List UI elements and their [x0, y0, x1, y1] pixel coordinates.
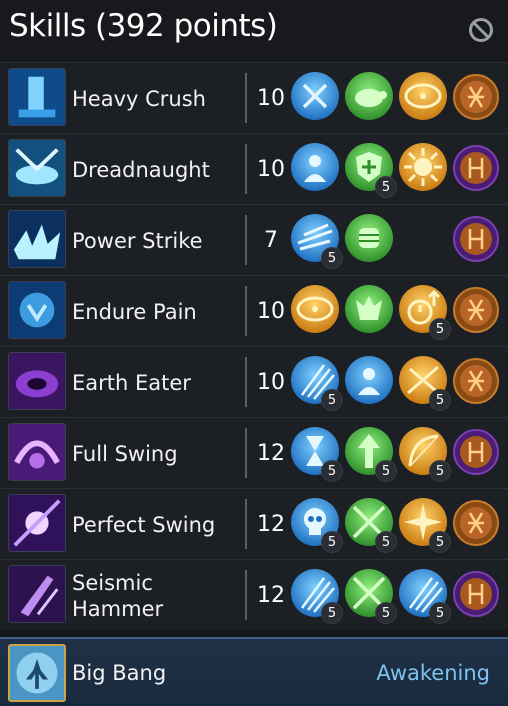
skill-level: 7 [264, 228, 278, 253]
tripod-level-badge: 5 [375, 176, 397, 198]
skill-row[interactable]: Power Strike 7 5 [0, 204, 508, 275]
rune-icon[interactable] [452, 144, 500, 192]
skill-name: Heavy Crush [72, 86, 206, 111]
skill-name: Dreadnaught [72, 157, 210, 182]
divider [245, 215, 247, 265]
skill-level: 12 [257, 512, 285, 537]
skill-name: Perfect Swing [72, 512, 216, 537]
person-aura-icon[interactable] [344, 355, 394, 405]
target-arrows-icon[interactable] [290, 284, 340, 334]
skills-header: Skills (392 points) [0, 0, 508, 62]
crossed-swords-icon[interactable]: 5 [344, 568, 397, 624]
seismic-hammer-skill-icon [8, 565, 66, 623]
perfect-swing-skill-icon [8, 494, 66, 552]
divider [245, 570, 247, 620]
divider [245, 144, 247, 194]
crossed-slash-icon[interactable]: 5 [398, 355, 451, 411]
skill-name: Earth Eater [72, 370, 191, 395]
arrows-cross-icon[interactable] [290, 71, 340, 121]
tripod-level-badge: 5 [375, 460, 397, 482]
rune-icon[interactable] [452, 357, 500, 405]
tripod-level-badge: 5 [429, 460, 451, 482]
tripod-level-badge: 5 [321, 531, 343, 553]
skill-row[interactable]: Full Swing 12 5 5 5 [0, 417, 508, 488]
divider [245, 286, 247, 336]
prohibited-icon[interactable] [468, 17, 494, 43]
sun-burst-icon[interactable] [398, 142, 448, 192]
skill-name: Seismic Hammer [72, 570, 164, 621]
dash-blade-icon[interactable]: 5 [290, 213, 343, 269]
skill-row[interactable]: Earth Eater 10 5 5 [0, 346, 508, 417]
rune-icon[interactable] [452, 215, 500, 263]
tripod-level-badge: 5 [321, 247, 343, 269]
awakening-skill-name: Big Bang [72, 660, 167, 685]
tripod-level-badge: 5 [429, 389, 451, 411]
rune-icon[interactable] [452, 428, 500, 476]
skill-name: Endure Pain [72, 299, 197, 324]
skill-row[interactable]: Seismic Hammer 12 5 5 5 [0, 559, 508, 630]
shield-plus-icon[interactable]: 5 [344, 142, 397, 198]
turtle-icon[interactable] [344, 71, 394, 121]
divider [245, 428, 247, 478]
tripod-level-badge: 5 [429, 318, 451, 340]
skill-level: 10 [257, 86, 285, 111]
skill-level: 12 [257, 583, 285, 608]
divider [245, 73, 247, 123]
big-bang-skill-icon [8, 644, 66, 702]
earth-eater-skill-icon [8, 352, 66, 410]
skill-row[interactable]: Endure Pain 10 5 [0, 275, 508, 346]
rune-icon[interactable] [452, 570, 500, 618]
skills-title: Skills (392 points) [9, 8, 278, 44]
spark-burst-icon[interactable]: 5 [398, 497, 451, 553]
skull-icon[interactable]: 5 [290, 497, 343, 553]
divider [245, 499, 247, 549]
skill-level: 12 [257, 441, 285, 466]
tripod-level-badge: 5 [429, 602, 451, 624]
creature-icon[interactable] [344, 284, 394, 334]
triple-slash-icon[interactable]: 5 [290, 568, 343, 624]
skill-name: Power Strike [72, 228, 203, 253]
person-aura-icon[interactable] [290, 142, 340, 192]
tripod-level-badge: 5 [321, 389, 343, 411]
stopwatch-up-icon[interactable]: 5 [398, 284, 451, 340]
skill-level: 10 [257, 299, 285, 324]
bow-icon[interactable]: 5 [398, 426, 451, 482]
rune-icon[interactable] [452, 499, 500, 547]
skill-row[interactable]: Dreadnaught 10 5 [0, 133, 508, 204]
tripod-level-badge: 5 [375, 602, 397, 624]
triple-slash-icon[interactable]: 5 [398, 568, 451, 624]
skill-name: Full Swing [72, 441, 178, 466]
full-swing-skill-icon [8, 423, 66, 481]
dreadnaught-skill-icon [8, 139, 66, 197]
crossed-swords-icon[interactable]: 5 [344, 497, 397, 553]
tripod-level-badge: 5 [321, 460, 343, 482]
endure-pain-skill-icon [8, 281, 66, 339]
skill-level: 10 [257, 157, 285, 182]
fist-icon[interactable] [344, 213, 394, 263]
tripod-level-badge: 5 [321, 602, 343, 624]
skill-level: 10 [257, 370, 285, 395]
heavy-crush-skill-icon [8, 68, 66, 126]
skill-row[interactable]: Heavy Crush 10 [0, 62, 508, 133]
divider [245, 357, 247, 407]
awakening-label: Awakening [376, 660, 490, 685]
triple-slash-icon[interactable]: 5 [290, 355, 343, 411]
rune-icon[interactable] [452, 286, 500, 334]
awakening-skill-row[interactable]: Big Bang Awakening [0, 637, 508, 706]
up-arrow-icon[interactable]: 5 [344, 426, 397, 482]
power-strike-skill-icon [8, 210, 66, 268]
tripod-level-badge: 5 [429, 531, 451, 553]
target-arrows-icon[interactable] [398, 71, 448, 121]
hourglass-icon[interactable]: 5 [290, 426, 343, 482]
rune-icon[interactable] [452, 73, 500, 121]
skill-row[interactable]: Perfect Swing 12 5 5 5 [0, 488, 508, 559]
tripod-level-badge: 5 [375, 531, 397, 553]
